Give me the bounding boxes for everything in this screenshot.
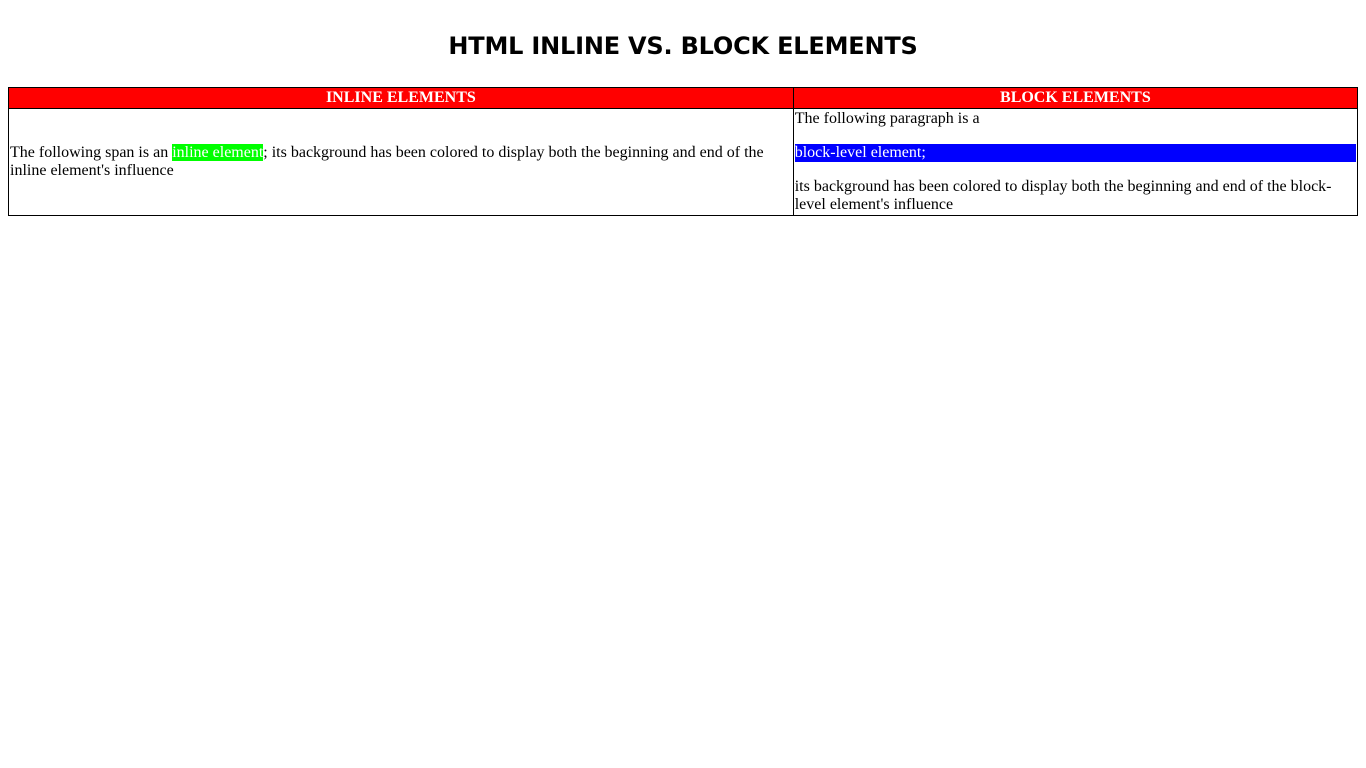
block-element-paragraph: block-level element; xyxy=(794,144,1356,162)
header-inline-elements: INLINE ELEMENTS xyxy=(8,87,794,109)
inline-example-cell: The following span is an inline element;… xyxy=(8,108,794,216)
inline-element-span: inline element xyxy=(172,144,264,161)
block-text-intro: The following paragraph is a xyxy=(794,110,980,127)
block-text-outro: its background has been colored to displ… xyxy=(794,178,1332,213)
comparison-table: INLINE ELEMENTS BLOCK ELEMENTS The follo… xyxy=(8,87,1359,216)
inline-text-before: The following span is an xyxy=(10,144,173,161)
table-row: The following span is an inline element;… xyxy=(8,108,1359,216)
block-example-cell: The following paragraph is a block-level… xyxy=(792,108,1359,216)
page-title: HTML INLINE VS. BLOCK ELEMENTS xyxy=(448,32,918,60)
header-block-elements: BLOCK ELEMENTS xyxy=(792,87,1359,109)
table-header-row: INLINE ELEMENTS BLOCK ELEMENTS xyxy=(8,87,1359,109)
